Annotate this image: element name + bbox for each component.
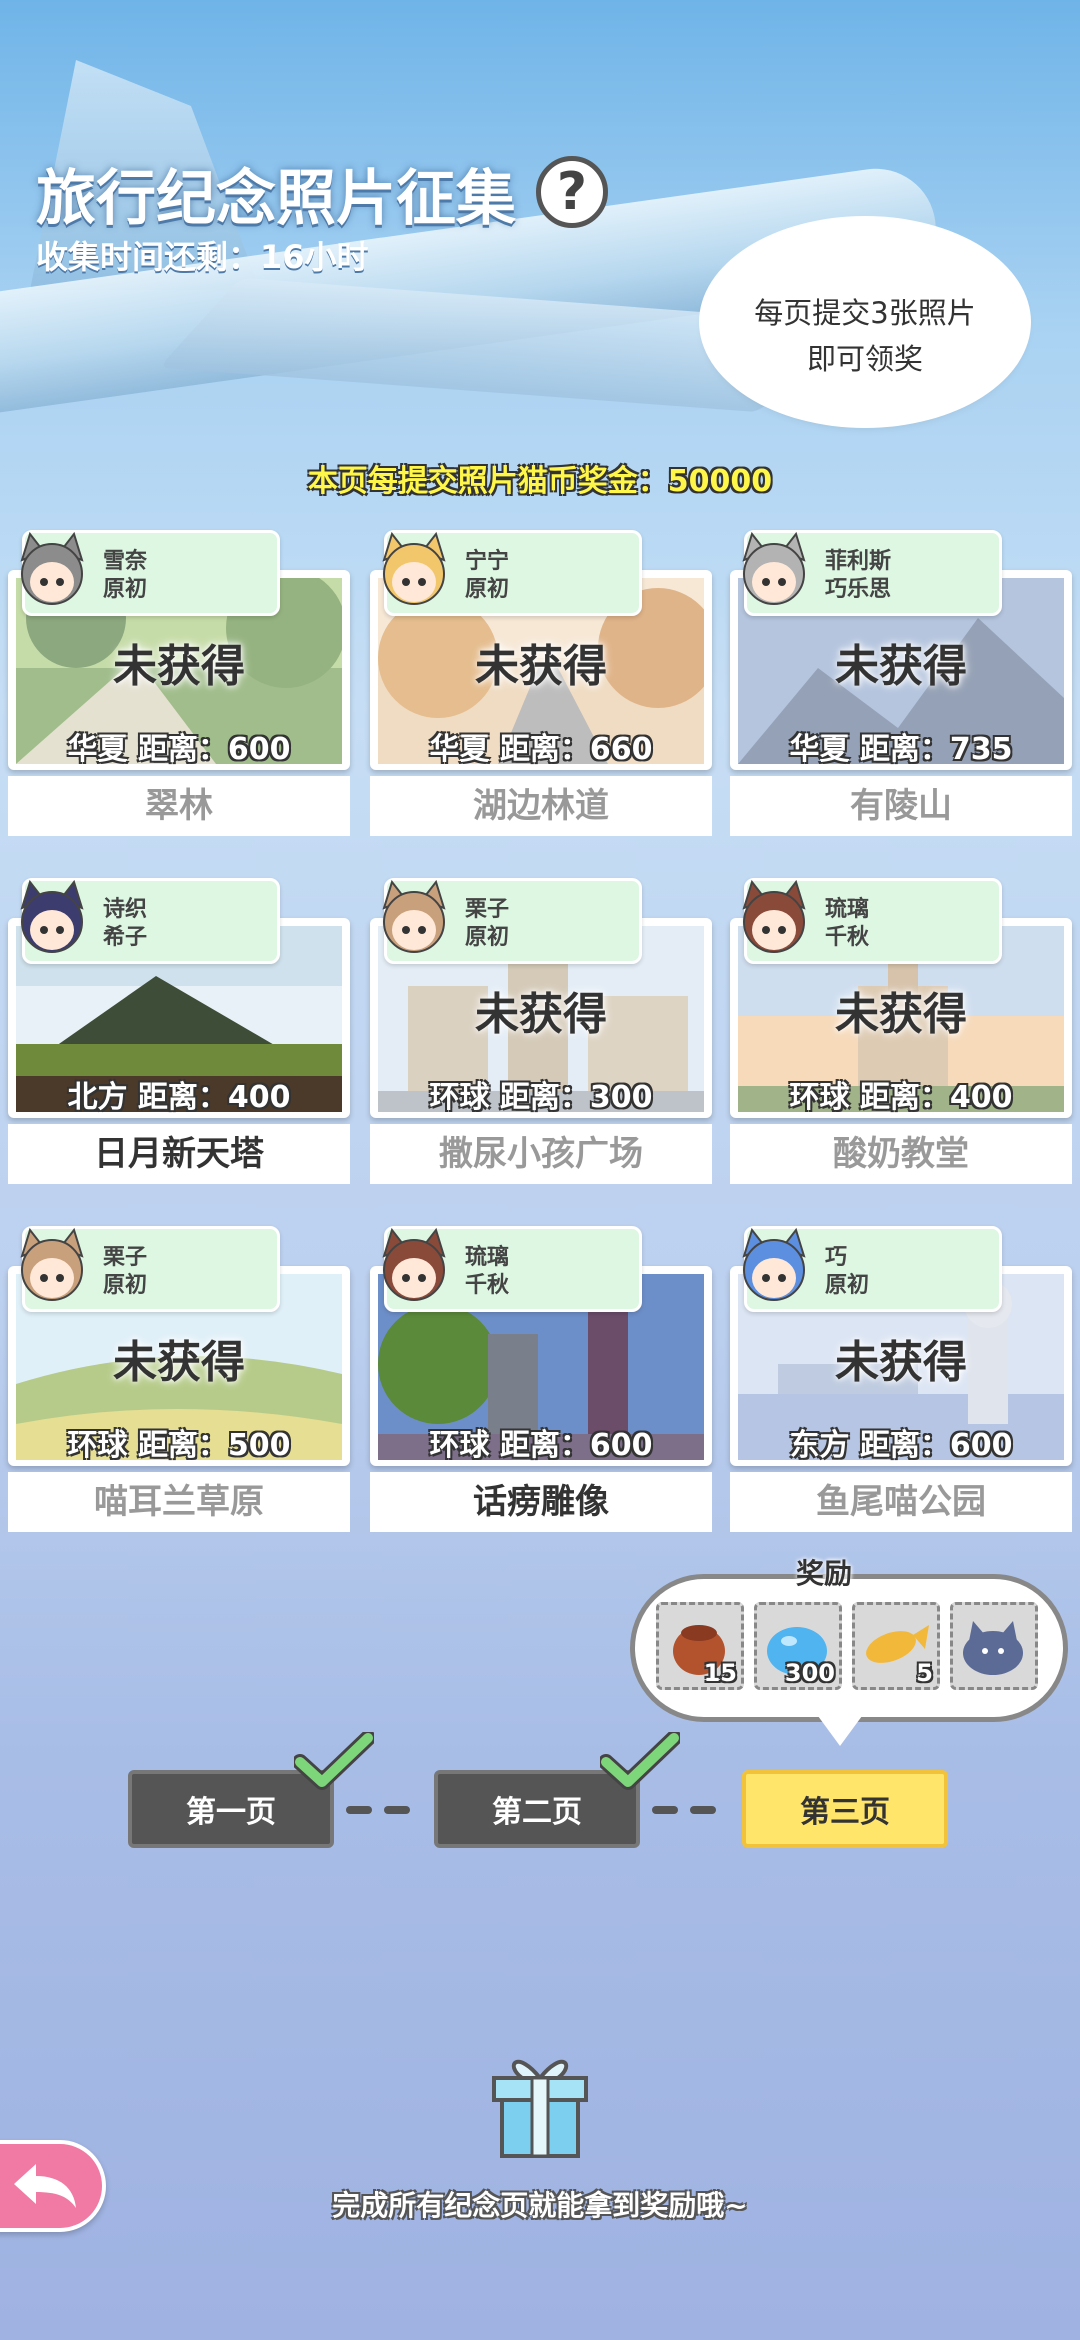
- photo-card[interactable]: 未获得 环球 距离：400 酸奶教堂 琉璃 千秋: [730, 878, 1072, 1188]
- countdown-timer: 收集时间还剩：16小时: [36, 238, 369, 276]
- help-button[interactable]: ?: [536, 156, 608, 228]
- status-text: 未获得: [835, 989, 967, 1040]
- character-name-2: 千秋: [825, 925, 870, 950]
- status-text: 未获得: [113, 1337, 245, 1388]
- location-name: 日月新天塔: [8, 1124, 350, 1184]
- location-name: 有陵山: [730, 776, 1072, 836]
- distance-text: 北方 距离：400: [67, 1080, 291, 1115]
- location-name: 鱼尾喵公园: [730, 1472, 1072, 1532]
- location-name: 湖边林道: [370, 776, 712, 836]
- distance-text: 环球 距离：600: [429, 1428, 653, 1463]
- character-avatar-icon: [12, 1226, 92, 1306]
- location-name: 话痨雕像: [370, 1472, 712, 1532]
- location-name: 撒尿小孩广场: [370, 1124, 712, 1184]
- tip-line-2: 即可领奖: [806, 342, 923, 376]
- reward-count: 5: [916, 1659, 933, 1687]
- page-title: 旅行纪念照片征集: [36, 164, 516, 234]
- character-avatar-icon: [734, 878, 814, 958]
- step-connector: [690, 1806, 716, 1814]
- footer-hint: 完成所有纪念页就能拿到奖励哦~: [332, 2189, 748, 2222]
- character-avatar-icon: [12, 530, 92, 610]
- character-avatar-icon: [12, 878, 92, 958]
- status-text: 未获得: [475, 989, 607, 1040]
- distance-text: 环球 距离：500: [67, 1428, 291, 1463]
- reward-bubble-tail: [818, 1716, 862, 1746]
- tip-bubble-text: 每页提交3张照片 即可领奖: [705, 290, 1025, 382]
- step-connector: [652, 1806, 678, 1814]
- reward-title: 奖励: [796, 1557, 853, 1590]
- photo-card[interactable]: 未获得 华夏 距离：660 湖边林道 宁宁 原初: [370, 530, 712, 840]
- character-avatar-icon: [374, 530, 454, 610]
- check-icon: [598, 1730, 682, 1792]
- bonus-text: 本页每提交照片猫币奖金：50000: [307, 464, 773, 499]
- distance-text: 华夏 距离：735: [789, 732, 1013, 767]
- character-avatar-icon: [374, 1226, 454, 1306]
- character-name-2: 希子: [103, 925, 148, 950]
- reward-item[interactable]: [950, 1602, 1038, 1690]
- reward-item[interactable]: 300: [754, 1602, 842, 1690]
- character-name-2: 原初: [103, 1273, 148, 1298]
- character-name-2: 原初: [825, 1273, 870, 1298]
- character-name-2: 千秋: [465, 1273, 510, 1298]
- character-name-2: 巧乐思: [825, 577, 892, 602]
- photo-card[interactable]: 环球 距离：600 话痨雕像 琉璃 千秋: [370, 1226, 712, 1536]
- photo-card[interactable]: 北方 距离：400 日月新天塔 诗织 希子: [8, 878, 350, 1188]
- reward-count: 15: [703, 1659, 737, 1687]
- location-name: 翠林: [8, 776, 350, 836]
- distance-text: 华夏 距离：660: [429, 732, 653, 767]
- gift-box-icon[interactable]: [488, 2050, 592, 2160]
- reward-item[interactable]: 15: [656, 1602, 744, 1690]
- reward-count: 300: [784, 1659, 835, 1687]
- cat-plush-icon: [953, 1605, 1035, 1691]
- status-text: 未获得: [475, 641, 607, 692]
- distance-text: 环球 距离：300: [429, 1080, 653, 1115]
- photo-card[interactable]: 未获得 华夏 距离：600 翠林 雪奈 原初: [8, 530, 350, 840]
- photo-card[interactable]: 未获得 环球 距离：300 撒尿小孩广场 栗子 原初: [370, 878, 712, 1188]
- photo-card[interactable]: 未获得 环球 距离：500 喵耳兰草原 栗子 原初: [8, 1226, 350, 1536]
- step-connector: [384, 1806, 410, 1814]
- character-avatar-icon: [374, 878, 454, 958]
- distance-text: 环球 距离：400: [789, 1080, 1013, 1115]
- step-connector: [346, 1806, 372, 1814]
- character-name-2: 原初: [465, 577, 510, 602]
- status-text: 未获得: [113, 641, 245, 692]
- location-name: 酸奶教堂: [730, 1124, 1072, 1184]
- character-avatar-icon: [734, 530, 814, 610]
- distance-text: 东方 距离：600: [789, 1428, 1013, 1463]
- photo-card[interactable]: 未获得 东方 距离：600 鱼尾喵公园 巧 原初: [730, 1226, 1072, 1536]
- check-icon: [292, 1730, 376, 1792]
- back-arrow-icon: [14, 2164, 76, 2208]
- character-avatar-icon: [734, 1226, 814, 1306]
- photo-card[interactable]: 未获得 华夏 距离：735 有陵山 菲利斯 巧乐思: [730, 530, 1072, 840]
- back-button[interactable]: [0, 2140, 106, 2232]
- location-name: 喵耳兰草原: [8, 1472, 350, 1532]
- page-step-button[interactable]: 第三页: [742, 1770, 948, 1848]
- character-name-2: 原初: [465, 925, 510, 950]
- distance-text: 华夏 距离：600: [67, 732, 291, 767]
- tip-line-1: 每页提交3张照片: [754, 296, 976, 330]
- character-name-2: 原初: [103, 577, 148, 602]
- reward-item[interactable]: 5: [852, 1602, 940, 1690]
- status-text: 未获得: [835, 1337, 967, 1388]
- status-text: 未获得: [835, 641, 967, 692]
